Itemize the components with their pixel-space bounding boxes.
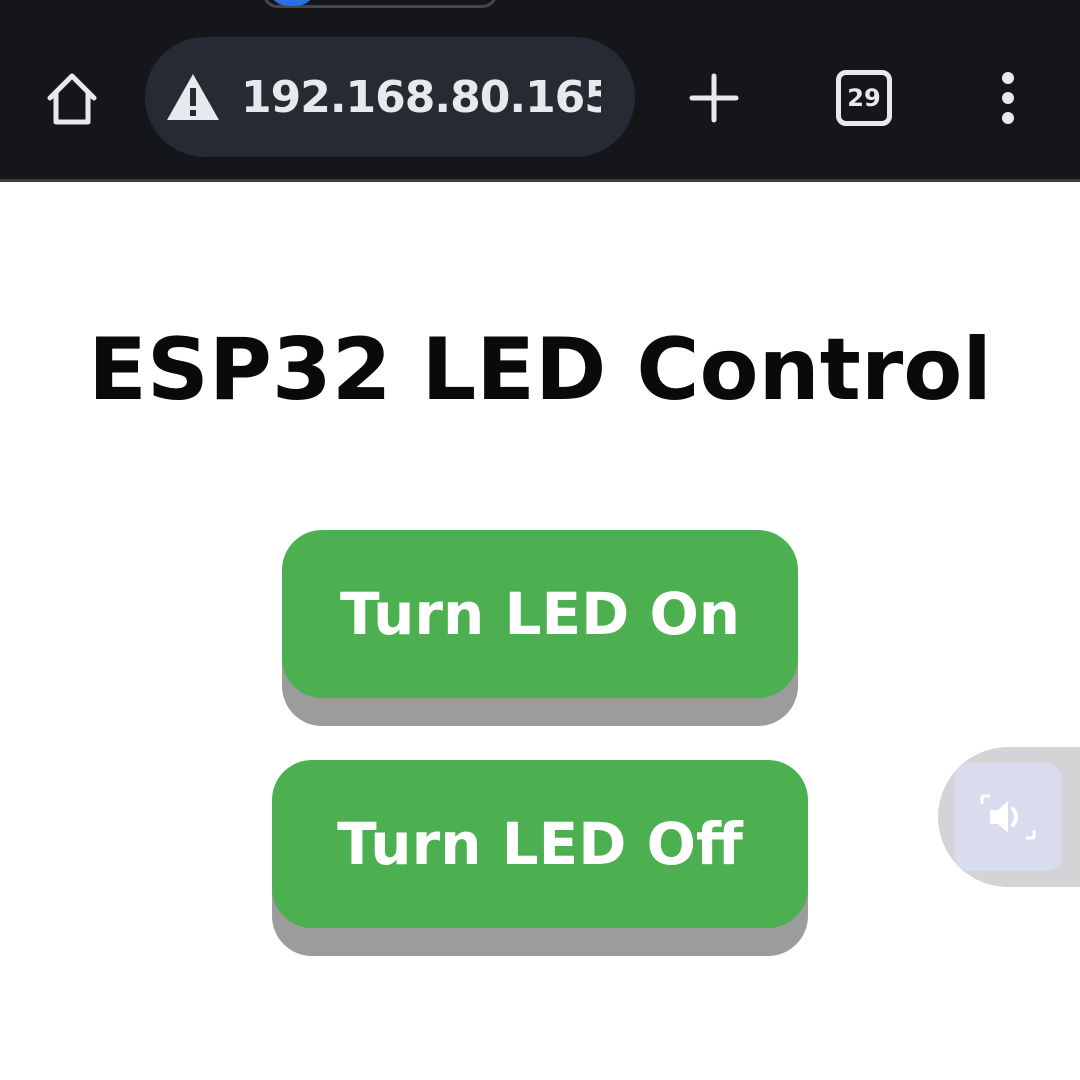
- home-icon: [47, 73, 97, 125]
- page-title: ESP32 LED Control: [88, 320, 992, 420]
- tab-count: 29: [847, 84, 881, 112]
- address-bar[interactable]: 192.168.80.165/L: [145, 37, 635, 157]
- turn-led-off-button[interactable]: Turn LED Off: [272, 760, 808, 928]
- menu-dot: [1002, 92, 1014, 104]
- turn-led-on-button[interactable]: Turn LED On: [282, 530, 798, 698]
- browser-toolbar: 192.168.80.165/L 29: [0, 0, 1080, 182]
- warning-icon[interactable]: [165, 69, 221, 125]
- menu-dot: [1002, 112, 1014, 124]
- plus-icon: [689, 73, 739, 123]
- speaker-button[interactable]: [954, 763, 1062, 871]
- new-tab-button[interactable]: [686, 70, 742, 126]
- url-text[interactable]: 192.168.80.165/L: [241, 72, 601, 123]
- home-button[interactable]: [38, 64, 106, 132]
- tab-switcher-button[interactable]: 29: [836, 70, 892, 126]
- more-vert-icon: [1002, 72, 1014, 84]
- speaker-icon: [980, 794, 1036, 840]
- more-menu-button[interactable]: [988, 70, 1028, 126]
